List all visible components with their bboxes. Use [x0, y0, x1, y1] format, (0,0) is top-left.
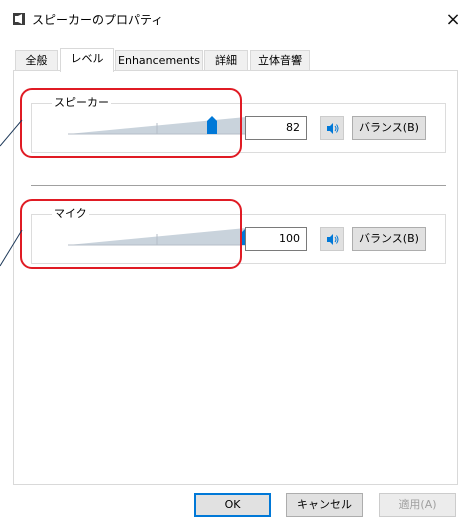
speaker-balance-button[interactable]: バランス(B) — [352, 116, 426, 140]
cancel-button[interactable]: キャンセル — [286, 493, 363, 517]
apply-button[interactable]: 適用(A) — [379, 493, 456, 517]
speaker-mute-button[interactable] — [320, 116, 344, 140]
title-bar: スピーカーのプロパティ × — [0, 0, 472, 40]
tab-levels[interactable]: レベル — [60, 48, 114, 72]
tab-strip: 全般 レベル Enhancements 詳細 立体音響 — [15, 48, 315, 72]
speaker-level-input[interactable]: 82 — [245, 116, 307, 140]
mic-volume-icon — [327, 234, 339, 245]
mic-balance-button[interactable]: バランス(B) — [352, 227, 426, 251]
speaker-label: スピーカー — [52, 96, 111, 110]
tab-spatial-sound[interactable]: 立体音響 — [250, 50, 310, 71]
speaker-level-group: スピーカー 82 バランス(B) — [31, 96, 446, 153]
mic-label: マイク — [52, 207, 89, 221]
tab-enhancements[interactable]: Enhancements — [115, 50, 203, 71]
speaker-volume-slider[interactable] — [68, 115, 246, 135]
speaker-volume-icon — [327, 123, 339, 134]
mic-mute-button[interactable] — [320, 227, 344, 251]
levels-panel: スピーカー 82 バランス(B) マイク 100 バランス(B) — [13, 70, 458, 485]
ok-button[interactable]: OK — [194, 493, 271, 517]
speaker-window-icon — [13, 13, 25, 25]
tab-advanced[interactable]: 詳細 — [204, 50, 248, 71]
tab-general[interactable]: 全般 — [15, 50, 58, 71]
properties-window: スピーカーのプロパティ × 全般 レベル Enhancements 詳細 立体音… — [0, 0, 472, 525]
close-button[interactable]: × — [440, 8, 466, 34]
window-title: スピーカーのプロパティ — [32, 13, 164, 27]
mic-level-input[interactable]: 100 — [245, 227, 307, 251]
mic-level-group: マイク 100 バランス(B) — [31, 207, 446, 264]
mic-volume-slider[interactable] — [68, 226, 246, 246]
group-separator — [31, 185, 446, 186]
speaker-slider-thumb[interactable] — [207, 116, 217, 134]
